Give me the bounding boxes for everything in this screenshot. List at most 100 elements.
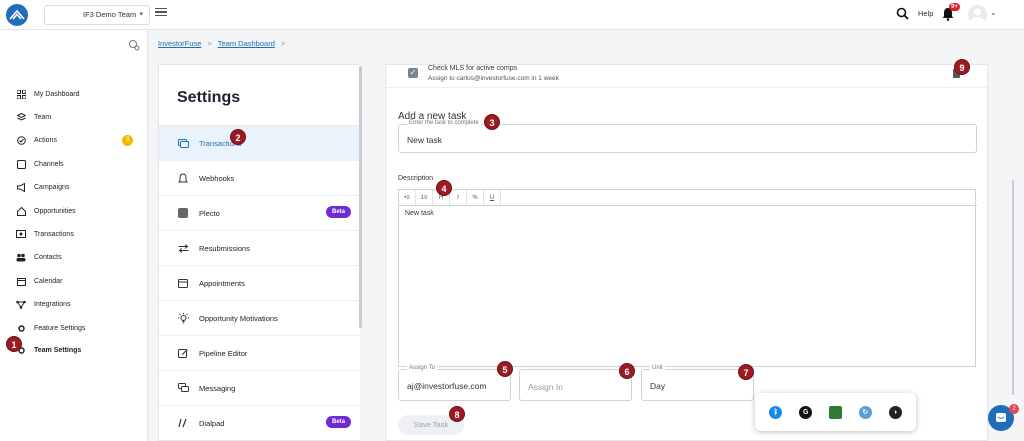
sidebar-item-label: Contacts <box>34 253 62 261</box>
annotation-marker-3: 3 <box>484 114 500 130</box>
annotation-marker-1: 1 <box>6 336 22 352</box>
sidebar-item-calendar[interactable]: Calendar <box>16 274 62 288</box>
annotation-marker-6: 6 <box>619 363 635 379</box>
settings-item-opportunity-motivations[interactable]: Opportunity Motivations <box>159 300 361 335</box>
sidebar-item-transactions[interactable]: Transactions <box>16 227 74 241</box>
app-logo[interactable] <box>6 4 28 26</box>
calendar-icon <box>16 276 26 286</box>
settings-item-webhooks[interactable]: Webhooks <box>159 160 361 195</box>
settings-item-label: Plecto <box>199 208 220 218</box>
underline-button[interactable]: U <box>484 190 501 205</box>
gear-cog-icon <box>16 323 26 333</box>
task-editor-panel: ✓ Check MLS for active comps Assign to c… <box>385 64 989 441</box>
numbered-list-button[interactable]: 1≡ <box>416 190 433 205</box>
sidebar-item-team-settings[interactable]: Team Settings <box>16 343 81 357</box>
breadcrumb-investorfuse[interactable]: InvestorFuse <box>158 39 201 48</box>
grammarly-icon[interactable]: G <box>799 405 813 419</box>
settings-item-label: Webhooks <box>199 173 235 183</box>
description-label: Description <box>398 175 434 182</box>
sidebar-item-team[interactable]: Team <box>16 110 51 124</box>
settings-item-dialpad[interactable]: Dialpad Beta <box>159 405 361 440</box>
unit-legend: Unit <box>650 365 665 371</box>
settings-item-transactions[interactable]: Transactions <box>159 125 361 160</box>
sidebar-item-label: Feature Settings <box>34 324 86 332</box>
annotation-marker-8: 8 <box>449 406 465 422</box>
settings-item-label: Messaging <box>199 383 236 393</box>
unit-value: Day <box>650 381 666 391</box>
settings-item-resubmissions[interactable]: Resubmissions <box>159 230 361 265</box>
sidebar-item-label: Actions <box>34 136 57 144</box>
task-title: Check MLS for active comps <box>428 65 518 72</box>
assign-in-input[interactable]: Assign In <box>519 369 632 401</box>
extension-icon[interactable]: ◑ <box>888 405 902 419</box>
annotation-marker-2: 2 <box>230 129 246 145</box>
settings-scrollbar[interactable] <box>359 66 362 328</box>
chevron-down-icon[interactable]: ⌄ <box>990 8 997 17</box>
bullet-list-button[interactable]: •≡ <box>399 190 416 205</box>
menu-toggle-icon[interactable] <box>155 6 167 18</box>
notification-count-badge: 9+ <box>949 3 960 11</box>
breadcrumb-team-dashboard[interactable]: Team Dashboard <box>218 39 275 48</box>
task-name-value: New task <box>407 135 442 145</box>
annotation-marker-4: 4 <box>436 180 452 196</box>
sidebar-item-integrations[interactable]: Integrations <box>16 297 71 311</box>
arrows-icon <box>177 242 189 254</box>
beta-badge: Beta <box>325 416 351 428</box>
sidebar-item-opportunities[interactable]: Opportunities <box>16 204 76 218</box>
plecto-icon <box>177 207 189 219</box>
sidebar-item-label: Transactions <box>34 230 74 238</box>
people-icon <box>16 252 26 262</box>
extension-tray: ᛒ G ↻ ◑ <box>755 393 916 431</box>
user-avatar[interactable] <box>968 5 987 24</box>
annotation-marker-5: 5 <box>497 361 513 377</box>
sidebar-item-contacts[interactable]: Contacts <box>16 250 62 264</box>
description-editor[interactable]: •≡ 1≡ H I % U New task <box>398 189 977 367</box>
editor-content[interactable]: New task <box>405 210 434 217</box>
home-icon <box>16 206 26 216</box>
settings-item-pipeline-editor[interactable]: Pipeline Editor <box>159 335 361 370</box>
sidebar-item-my-dashboard[interactable]: My Dashboard <box>16 87 80 101</box>
team-name: IF3 Demo Team <box>83 10 137 19</box>
task-name-field[interactable]: Enter the task to complete New task <box>398 120 977 153</box>
help-link[interactable]: Help <box>918 9 933 18</box>
dialpad-icon <box>177 417 189 429</box>
settings-title: Settings <box>177 89 241 106</box>
sidebar-item-label: Calendar <box>34 277 63 285</box>
settings-item-messaging[interactable]: Messaging <box>159 370 361 405</box>
sidebar-item-label: Team Settings <box>34 346 82 354</box>
annotation-marker-7: 7 <box>738 364 754 380</box>
chat-unread-badge: 2 <box>1009 404 1019 414</box>
sidebar-item-label: Opportunities <box>34 207 76 215</box>
settings-item-plecto[interactable]: Plecto Beta <box>159 195 361 230</box>
breadcrumb-separator: > <box>280 39 286 48</box>
link-button[interactable]: % <box>467 190 484 205</box>
chevron-down-icon: ▾ <box>139 11 143 18</box>
assign-in-placeholder: Assign In <box>528 382 563 392</box>
unit-select[interactable]: Unit Day <box>641 365 754 401</box>
task-checkbox[interactable]: ✓ <box>408 68 418 78</box>
settings-cog-icon[interactable] <box>128 39 140 51</box>
settings-item-label: Dialpad <box>199 418 225 428</box>
team-selector[interactable]: IF3 Demo Team ▾ <box>44 5 150 25</box>
sidebar-item-actions[interactable]: Actions <box>16 133 57 147</box>
sync-icon[interactable]: ↻ <box>858 405 872 419</box>
sidebar-item-channels[interactable]: Channels <box>16 157 64 171</box>
sidebar-item-feature-settings[interactable]: Feature Settings <box>16 321 85 335</box>
italic-button[interactable]: I <box>450 190 467 205</box>
nvidia-icon[interactable] <box>828 405 842 419</box>
search-icon[interactable] <box>896 7 909 20</box>
assign-to-select[interactable]: Assign To aj@investorfuse.com <box>398 365 511 401</box>
main-scrollbar[interactable] <box>1012 180 1014 395</box>
assign-to-legend: Assign To <box>407 365 437 371</box>
puzzle-icon <box>16 159 26 169</box>
top-bar: IF3 Demo Team ▾ Help 9+ ⌄ <box>0 0 1024 30</box>
money-icon <box>177 137 189 149</box>
chat-icon <box>177 382 189 394</box>
sidebar-item-campaigns[interactable]: Campaigns <box>16 180 69 194</box>
grid-icon <box>16 89 26 99</box>
settings-item-appointments[interactable]: Appointments <box>159 265 361 300</box>
editor-toolbar: •≡ 1≡ H I % U <box>399 190 977 206</box>
breadcrumb-separator: > <box>207 39 212 48</box>
bluetooth-icon[interactable]: ᛒ <box>769 405 783 419</box>
settings-item-label: Resubmissions <box>199 243 250 253</box>
